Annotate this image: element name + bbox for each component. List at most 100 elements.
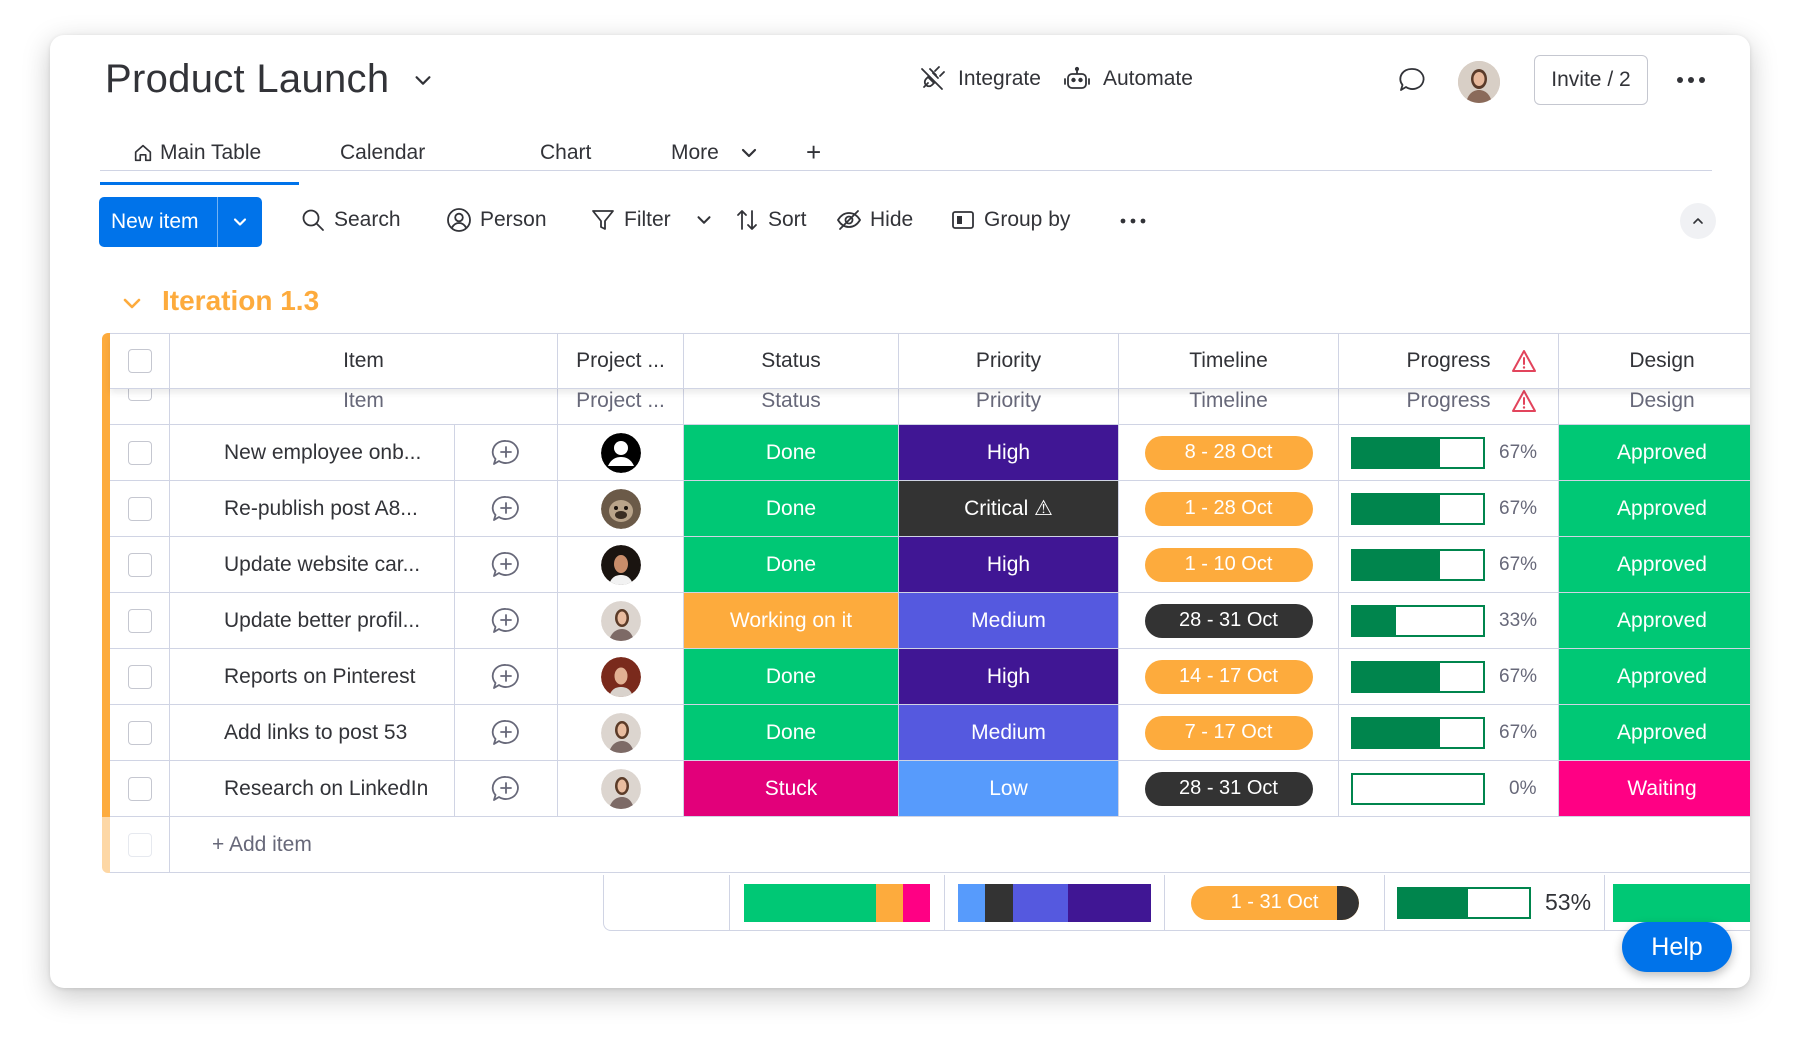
progress-cell[interactable]: 67%: [1339, 705, 1559, 760]
status-cell[interactable]: Done: [684, 425, 899, 480]
updates-cell[interactable]: [455, 649, 558, 704]
summary-timeline-cell[interactable]: 1 - 31 Oct: [1165, 875, 1385, 930]
column-header-priority[interactable]: Priority: [899, 334, 1119, 388]
chevron-down-icon[interactable]: [412, 69, 434, 91]
project-owner-cell[interactable]: [558, 761, 684, 816]
timeline-cell[interactable]: 28 - 31 Oct: [1119, 593, 1339, 648]
priority-cell[interactable]: Medium: [899, 593, 1119, 648]
design-cell[interactable]: Approved: [1559, 649, 1750, 704]
user-avatar[interactable]: [1458, 61, 1500, 103]
design-cell[interactable]: Approved: [1559, 537, 1750, 592]
timeline-cell[interactable]: 14 - 17 Oct: [1119, 649, 1339, 704]
project-owner-cell[interactable]: [558, 537, 684, 592]
item-name-cell[interactable]: Reports on Pinterest: [170, 649, 455, 704]
design-cell[interactable]: Approved: [1559, 593, 1750, 648]
project-owner-cell[interactable]: [558, 649, 684, 704]
priority-cell[interactable]: Low: [899, 761, 1119, 816]
column-header-design[interactable]: Design: [1559, 334, 1750, 388]
select-all-checkbox[interactable]: [127, 349, 152, 373]
project-owner-cell[interactable]: [558, 481, 684, 536]
design-cell[interactable]: Approved: [1559, 705, 1750, 760]
column-header-item[interactable]: Item: [170, 334, 558, 388]
design-cell[interactable]: Waiting: [1559, 761, 1750, 816]
help-button[interactable]: Help: [1622, 922, 1732, 972]
tab-more[interactable]: More: [671, 141, 761, 165]
row-checkbox[interactable]: [127, 720, 152, 745]
column-header-timeline[interactable]: Timeline: [1119, 334, 1339, 388]
project-owner-cell[interactable]: [558, 705, 684, 760]
automate-button[interactable]: Automate: [1063, 65, 1193, 93]
more-options-icon[interactable]: [1672, 65, 1710, 95]
timeline-cell[interactable]: 28 - 31 Oct: [1119, 761, 1339, 816]
status-cell[interactable]: Stuck: [684, 761, 899, 816]
progress-cell[interactable]: 33%: [1339, 593, 1559, 648]
updates-cell[interactable]: [455, 705, 558, 760]
invite-button[interactable]: Invite / 2: [1534, 55, 1648, 105]
summary-progress-cell[interactable]: 53%: [1385, 875, 1605, 930]
status-cell[interactable]: Working on it: [684, 593, 899, 648]
item-name-cell[interactable]: New employee onb...: [170, 425, 455, 480]
add-item-input[interactable]: + Add item: [170, 817, 1750, 872]
board-title[interactable]: Product Launch: [105, 57, 389, 102]
row-checkbox[interactable]: [127, 440, 152, 465]
priority-cell[interactable]: High: [899, 537, 1119, 592]
item-name-cell[interactable]: Update website car...: [170, 537, 455, 592]
priority-cell[interactable]: Critical ⚠: [899, 481, 1119, 536]
new-item-dropdown[interactable]: [218, 212, 262, 232]
updates-cell[interactable]: [455, 425, 558, 480]
timeline-cell[interactable]: 7 - 17 Oct: [1119, 705, 1339, 760]
tab-chart[interactable]: Chart: [540, 141, 591, 165]
row-checkbox[interactable]: [127, 496, 152, 521]
status-cell[interactable]: Done: [684, 481, 899, 536]
timeline-cell[interactable]: 1 - 28 Oct: [1119, 481, 1339, 536]
item-name-cell[interactable]: Update better profil...: [170, 593, 455, 648]
design-cell[interactable]: Approved: [1559, 481, 1750, 536]
add-view-button[interactable]: +: [806, 137, 821, 168]
updates-cell[interactable]: [455, 537, 558, 592]
summary-status-cell[interactable]: [730, 875, 945, 930]
tab-main-table[interactable]: Main Table: [99, 141, 300, 185]
status-cell[interactable]: Done: [684, 705, 899, 760]
row-checkbox[interactable]: [127, 776, 152, 801]
chat-bubble-icon[interactable]: [1397, 65, 1427, 95]
column-header-project[interactable]: Project ...: [558, 334, 684, 388]
progress-cell[interactable]: 67%: [1339, 425, 1559, 480]
chevron-down-icon[interactable]: [693, 209, 715, 231]
status-cell[interactable]: Done: [684, 649, 899, 704]
timeline-cell[interactable]: 8 - 28 Oct: [1119, 425, 1339, 480]
priority-cell[interactable]: High: [899, 425, 1119, 480]
search-button[interactable]: Search: [300, 207, 401, 233]
project-owner-cell[interactable]: [558, 593, 684, 648]
updates-cell[interactable]: [455, 593, 558, 648]
filter-button[interactable]: Filter: [590, 207, 715, 233]
design-cell[interactable]: Approved: [1559, 425, 1750, 480]
column-header-progress[interactable]: Progress: [1339, 334, 1559, 388]
progress-cell[interactable]: 0%: [1339, 761, 1559, 816]
row-checkbox[interactable]: [127, 552, 152, 577]
collapse-toolbar-button[interactable]: [1680, 203, 1716, 239]
group-by-button[interactable]: Group by: [950, 207, 1070, 233]
priority-cell[interactable]: Medium: [899, 705, 1119, 760]
progress-cell[interactable]: 67%: [1339, 649, 1559, 704]
group-title[interactable]: Iteration 1.3: [162, 285, 319, 317]
progress-cell[interactable]: 67%: [1339, 537, 1559, 592]
progress-cell[interactable]: 67%: [1339, 481, 1559, 536]
integrate-button[interactable]: Integrate: [918, 65, 1041, 93]
timeline-cell[interactable]: 1 - 10 Oct: [1119, 537, 1339, 592]
item-name-cell[interactable]: Re-publish post A8...: [170, 481, 455, 536]
item-name-cell[interactable]: Research on LinkedIn: [170, 761, 455, 816]
project-owner-cell[interactable]: [558, 425, 684, 480]
more-toolbar-icon[interactable]: [1118, 213, 1148, 229]
person-filter-button[interactable]: Person: [446, 207, 547, 233]
hide-button[interactable]: Hide: [836, 207, 913, 233]
status-cell[interactable]: Done: [684, 537, 899, 592]
group-collapse-chevron-icon[interactable]: [120, 291, 144, 315]
row-checkbox[interactable]: [127, 608, 152, 633]
item-name-cell[interactable]: Add links to post 53: [170, 705, 455, 760]
updates-cell[interactable]: [455, 761, 558, 816]
tab-calendar[interactable]: Calendar: [340, 141, 425, 165]
sort-button[interactable]: Sort: [734, 207, 807, 233]
priority-cell[interactable]: High: [899, 649, 1119, 704]
column-header-status[interactable]: Status: [684, 334, 899, 388]
row-checkbox[interactable]: [127, 664, 152, 689]
